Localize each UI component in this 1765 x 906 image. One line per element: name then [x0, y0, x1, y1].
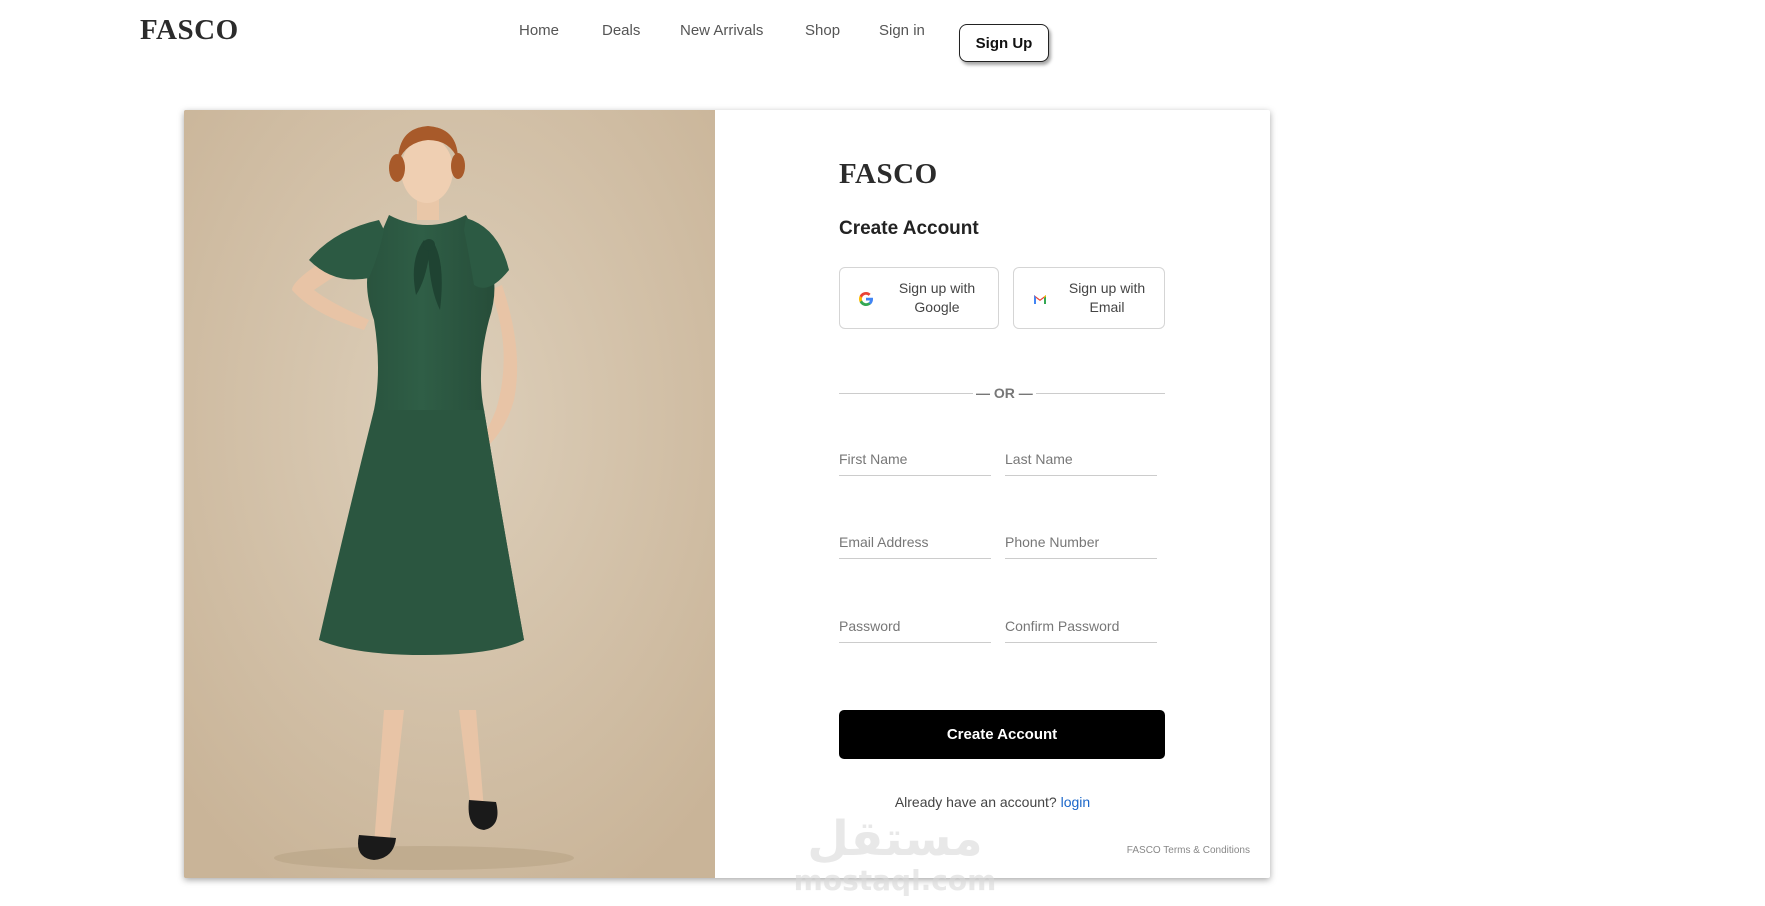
- login-prompt-text: Already have an account?: [894, 794, 1057, 810]
- confirm-password-input[interactable]: [1005, 609, 1157, 643]
- google-icon: [858, 291, 874, 307]
- nav-sign-in[interactable]: Sign in: [879, 22, 925, 39]
- hero-image: [184, 110, 715, 878]
- last-name-input[interactable]: [1005, 442, 1157, 476]
- nav-shop[interactable]: Shop: [805, 22, 840, 39]
- terms-link[interactable]: FASCO Terms & Conditions: [1127, 845, 1250, 856]
- signup-card: FASCO Create Account Sign up with Google: [184, 110, 1270, 878]
- sign-up-google-label: Sign up with Google: [898, 280, 976, 315]
- or-divider-text: — OR —: [973, 385, 1036, 401]
- signup-form: FASCO Create Account Sign up with Google: [715, 110, 1270, 878]
- site-logo[interactable]: FASCO: [140, 14, 239, 47]
- nav-new-arrivals[interactable]: New Arrivals: [680, 22, 763, 39]
- form-title: Create Account: [839, 218, 979, 239]
- sign-up-google-button[interactable]: Sign up with Google: [839, 267, 999, 329]
- form-logo: FASCO: [839, 158, 938, 190]
- sign-up-email-button[interactable]: Sign up with Email: [1013, 267, 1165, 329]
- password-input[interactable]: [839, 609, 991, 643]
- nav-home[interactable]: Home: [519, 22, 559, 39]
- login-link[interactable]: login: [1061, 794, 1091, 810]
- gmail-icon: [1032, 291, 1048, 307]
- phone-input[interactable]: [1005, 525, 1157, 559]
- create-account-button[interactable]: Create Account: [839, 710, 1165, 759]
- login-prompt: Already have an account? login: [715, 794, 1270, 810]
- nav-deals[interactable]: Deals: [602, 22, 640, 39]
- first-name-input[interactable]: [839, 442, 991, 476]
- email-input[interactable]: [839, 525, 991, 559]
- model-illustration: [184, 110, 715, 878]
- nav-sign-up-button[interactable]: Sign Up: [959, 24, 1049, 62]
- sign-up-email-label: Sign up with Email: [1068, 280, 1146, 315]
